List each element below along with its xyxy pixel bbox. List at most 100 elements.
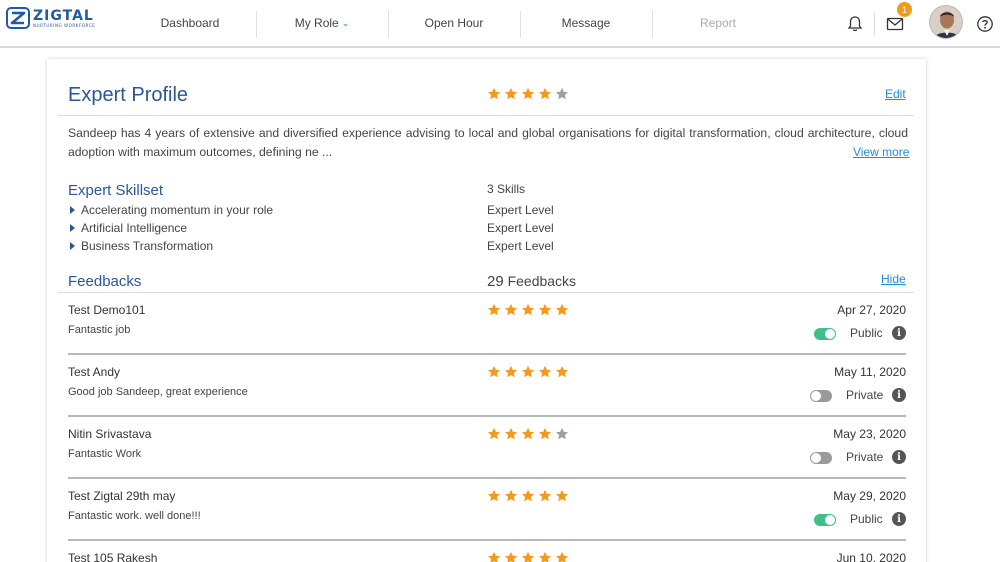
feedback-count: 29 Feedbacks [487, 273, 576, 290]
nav-message[interactable]: Message [520, 0, 652, 46]
star-filled-icon [504, 551, 518, 562]
star-filled-icon [555, 489, 569, 502]
divider [58, 292, 914, 293]
feedback-date: May 11, 2020 [834, 365, 906, 379]
help-icon[interactable] [976, 15, 994, 33]
star-filled-icon [521, 489, 535, 502]
star-filled-icon [538, 365, 552, 378]
main-nav: Dashboard My Role ⌄ Open Hour Message Rep… [124, 0, 784, 46]
edit-link[interactable]: Edit [885, 87, 906, 101]
logo-tagline: NURTURING WORKFORCE [33, 22, 96, 28]
caret-right-icon [70, 206, 75, 214]
row-divider [68, 477, 906, 479]
nav-message-label: Message [561, 16, 611, 30]
star-filled-icon [487, 303, 501, 316]
nav-divider [388, 11, 389, 38]
star-filled-icon [555, 303, 569, 316]
skill-level: Expert Level [487, 221, 554, 235]
feedback-comment: Fantastic Work [68, 448, 142, 460]
user-avatar-image [930, 6, 962, 38]
star-filled-icon [504, 303, 518, 316]
header-divider [874, 12, 875, 36]
skill-item[interactable]: Business Transformation [70, 239, 213, 253]
visibility-toggle[interactable] [810, 390, 832, 402]
nav-divider [256, 11, 257, 38]
skill-count: 3 Skills [487, 182, 526, 196]
star-filled-icon [555, 365, 569, 378]
feedback-comment: Fantastic work. well done!!! [68, 510, 201, 522]
visibility-toggle[interactable] [810, 452, 832, 464]
profile-summary: Sandeep has 4 years of extensive and div… [68, 126, 908, 159]
visibility-label: Public [850, 512, 883, 526]
star-filled-icon [538, 87, 552, 100]
row-divider [68, 415, 906, 417]
mail-icon[interactable] [886, 15, 904, 33]
feedback-rating [487, 365, 569, 379]
feedback-author: Test Demo101 [68, 303, 146, 317]
feedback-date: Jun 10, 2020 [836, 551, 906, 562]
skill-item[interactable]: Artificial Intelligence [70, 221, 187, 235]
avatar[interactable] [929, 5, 963, 39]
info-icon[interactable]: i [892, 450, 906, 464]
star-filled-icon [487, 427, 501, 440]
star-filled-icon [504, 427, 518, 440]
star-filled-icon [487, 365, 501, 378]
skill-name: Business Transformation [81, 239, 214, 253]
feedback-rating [487, 303, 569, 317]
feedback-date: May 29, 2020 [833, 489, 906, 503]
skill-name: Artificial Intelligence [81, 221, 188, 235]
visibility-label: Private [846, 388, 884, 402]
hide-feedbacks-link[interactable]: Hide [881, 272, 906, 286]
feedback-comment: Good job Sandeep, great experience [68, 386, 248, 398]
caret-right-icon [70, 242, 75, 250]
toggle-knob [811, 391, 821, 401]
nav-report[interactable]: Report [652, 0, 784, 46]
info-icon[interactable]: i [892, 388, 906, 402]
zigtal-logo[interactable]: ZIGTAL NURTURING WORKFORCE [6, 7, 95, 29]
toggle-knob [825, 515, 835, 525]
star-empty-icon [555, 87, 569, 100]
logo-name: ZIGTAL [33, 7, 94, 24]
star-filled-icon [504, 489, 518, 502]
nav-dashboard-label: Dashboard [160, 16, 220, 30]
star-filled-icon [521, 427, 535, 440]
toggle-knob [825, 329, 835, 339]
star-filled-icon [521, 87, 535, 100]
nav-my-role[interactable]: My Role ⌄ [256, 0, 388, 46]
feedback-author: Test Zigtal 29th may [68, 489, 176, 503]
info-icon[interactable]: i [892, 512, 906, 526]
nav-my-role-label: My Role [294, 16, 339, 30]
nav-report-label: Report [699, 16, 737, 30]
feedback-rating [487, 489, 569, 503]
star-filled-icon [538, 551, 552, 562]
feedback-author: Test 105 Rakesh [68, 551, 158, 562]
star-empty-icon [555, 427, 569, 440]
feedback-rating [487, 551, 569, 562]
star-filled-icon [538, 427, 552, 440]
profile-rating [487, 87, 569, 101]
row-divider [68, 353, 906, 355]
zigtal-logo-icon [6, 7, 30, 29]
visibility-toggle[interactable] [814, 514, 836, 526]
view-more-link[interactable]: View more [853, 145, 909, 159]
skill-item[interactable]: Accelerating momentum in your role [70, 203, 273, 217]
visibility-toggle[interactable] [814, 328, 836, 340]
nav-dashboard[interactable]: Dashboard [124, 0, 256, 46]
feedback-date: Apr 27, 2020 [837, 303, 906, 317]
star-filled-icon [521, 551, 535, 562]
star-filled-icon [538, 489, 552, 502]
nav-open-hour[interactable]: Open Hour [388, 0, 520, 46]
skill-level: Expert Level [487, 239, 554, 253]
divider [58, 115, 914, 116]
info-icon[interactable]: i [892, 326, 906, 340]
star-filled-icon [487, 551, 501, 562]
star-filled-icon [487, 489, 501, 502]
star-filled-icon [538, 303, 552, 316]
feedback-author: Test Andy [68, 365, 121, 379]
toggle-knob [811, 453, 821, 463]
feedback-author: Nitin Srivastava [68, 427, 152, 441]
bell-icon[interactable] [846, 15, 864, 33]
mail-count-badge: 1 [897, 2, 912, 17]
star-filled-icon [504, 87, 518, 100]
top-navigation-bar: ZIGTAL NURTURING WORKFORCE Dashboard My … [0, 0, 1000, 48]
